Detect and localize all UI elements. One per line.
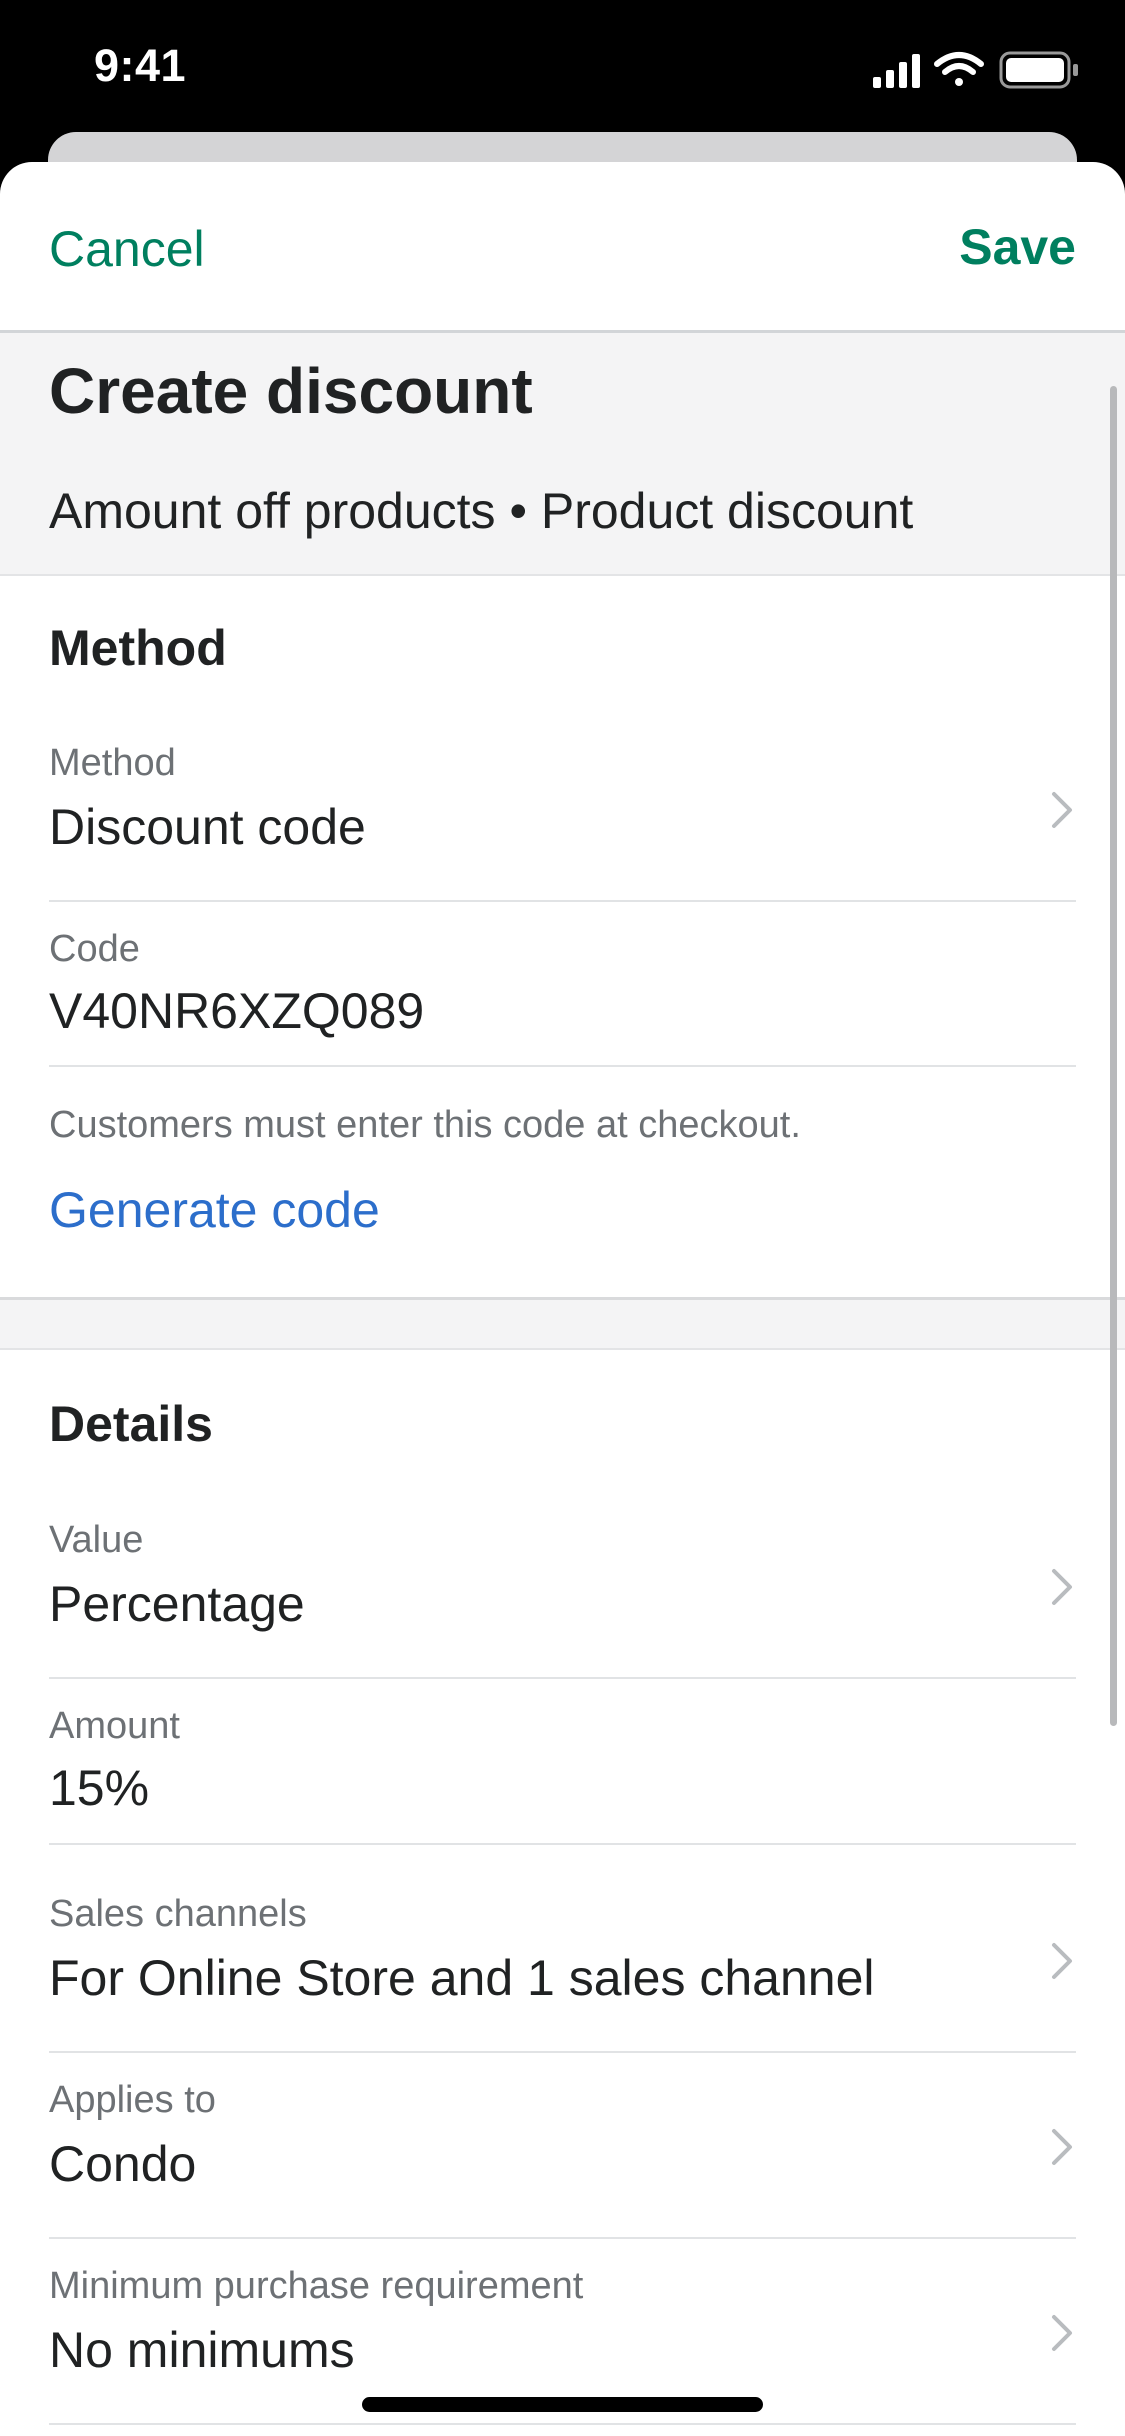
method-row[interactable]: Method Discount code <box>49 716 1076 902</box>
applies-to-label: Applies to <box>49 2079 216 2121</box>
sales-channels-row[interactable]: Sales channels For Online Store and 1 sa… <box>49 1867 1076 2053</box>
code-label: Code <box>49 928 140 970</box>
method-value: Discount code <box>49 799 366 855</box>
sales-channels-value: For Online Store and 1 sales channel <box>49 1950 875 2006</box>
chevron-right-icon <box>1052 2315 1072 2351</box>
section-separator <box>0 1297 1125 1350</box>
applies-to-row[interactable]: Applies to Condo <box>49 2053 1076 2239</box>
create-discount-sheet: Cancel Save Create discount Amount off p… <box>0 162 1125 2436</box>
code-field[interactable]: Code V40NR6XZQ089 <box>49 902 1076 1067</box>
amount-field[interactable]: Amount 15% <box>49 1679 1076 1845</box>
value-row[interactable]: Value Percentage <box>49 1493 1076 1679</box>
method-section-title: Method <box>49 620 227 676</box>
applies-to-value: Condo <box>49 2136 197 2192</box>
cancel-button[interactable]: Cancel <box>49 220 205 278</box>
minimum-purchase-value: No minimums <box>49 2322 355 2378</box>
code-helper-text: Customers must enter this code at checko… <box>49 1104 801 1146</box>
chevron-right-icon <box>1052 2129 1072 2165</box>
value-value: Percentage <box>49 1576 305 1632</box>
wifi-icon <box>934 52 984 86</box>
chevron-right-icon <box>1052 1569 1072 1605</box>
status-icons <box>873 51 1078 89</box>
minimum-purchase-label: Minimum purchase requirement <box>49 2265 584 2307</box>
method-label: Method <box>49 742 176 784</box>
amount-value[interactable]: 15% <box>49 1759 149 1817</box>
page-subtitle: Amount off products • Product discount <box>49 483 914 539</box>
status-time: 9:41 <box>94 40 187 91</box>
value-label: Value <box>49 1519 144 1561</box>
save-button[interactable]: Save <box>959 218 1076 276</box>
battery-icon <box>999 51 1078 89</box>
chevron-right-icon <box>1052 792 1072 828</box>
signal-icon <box>873 54 920 88</box>
home-indicator[interactable] <box>362 2397 763 2412</box>
details-section-title: Details <box>49 1396 213 1452</box>
code-value[interactable]: V40NR6XZQ089 <box>49 982 424 1040</box>
sales-channels-label: Sales channels <box>49 1893 307 1935</box>
generate-code-link[interactable]: Generate code <box>49 1181 380 1239</box>
status-bar: 9:41 <box>0 0 1125 130</box>
navigation-bar: Cancel Save <box>0 162 1125 333</box>
page-title: Create discount <box>49 355 533 427</box>
amount-label: Amount <box>49 1705 180 1747</box>
chevron-right-icon <box>1052 1943 1072 1979</box>
scrollbar[interactable] <box>1110 386 1117 1726</box>
